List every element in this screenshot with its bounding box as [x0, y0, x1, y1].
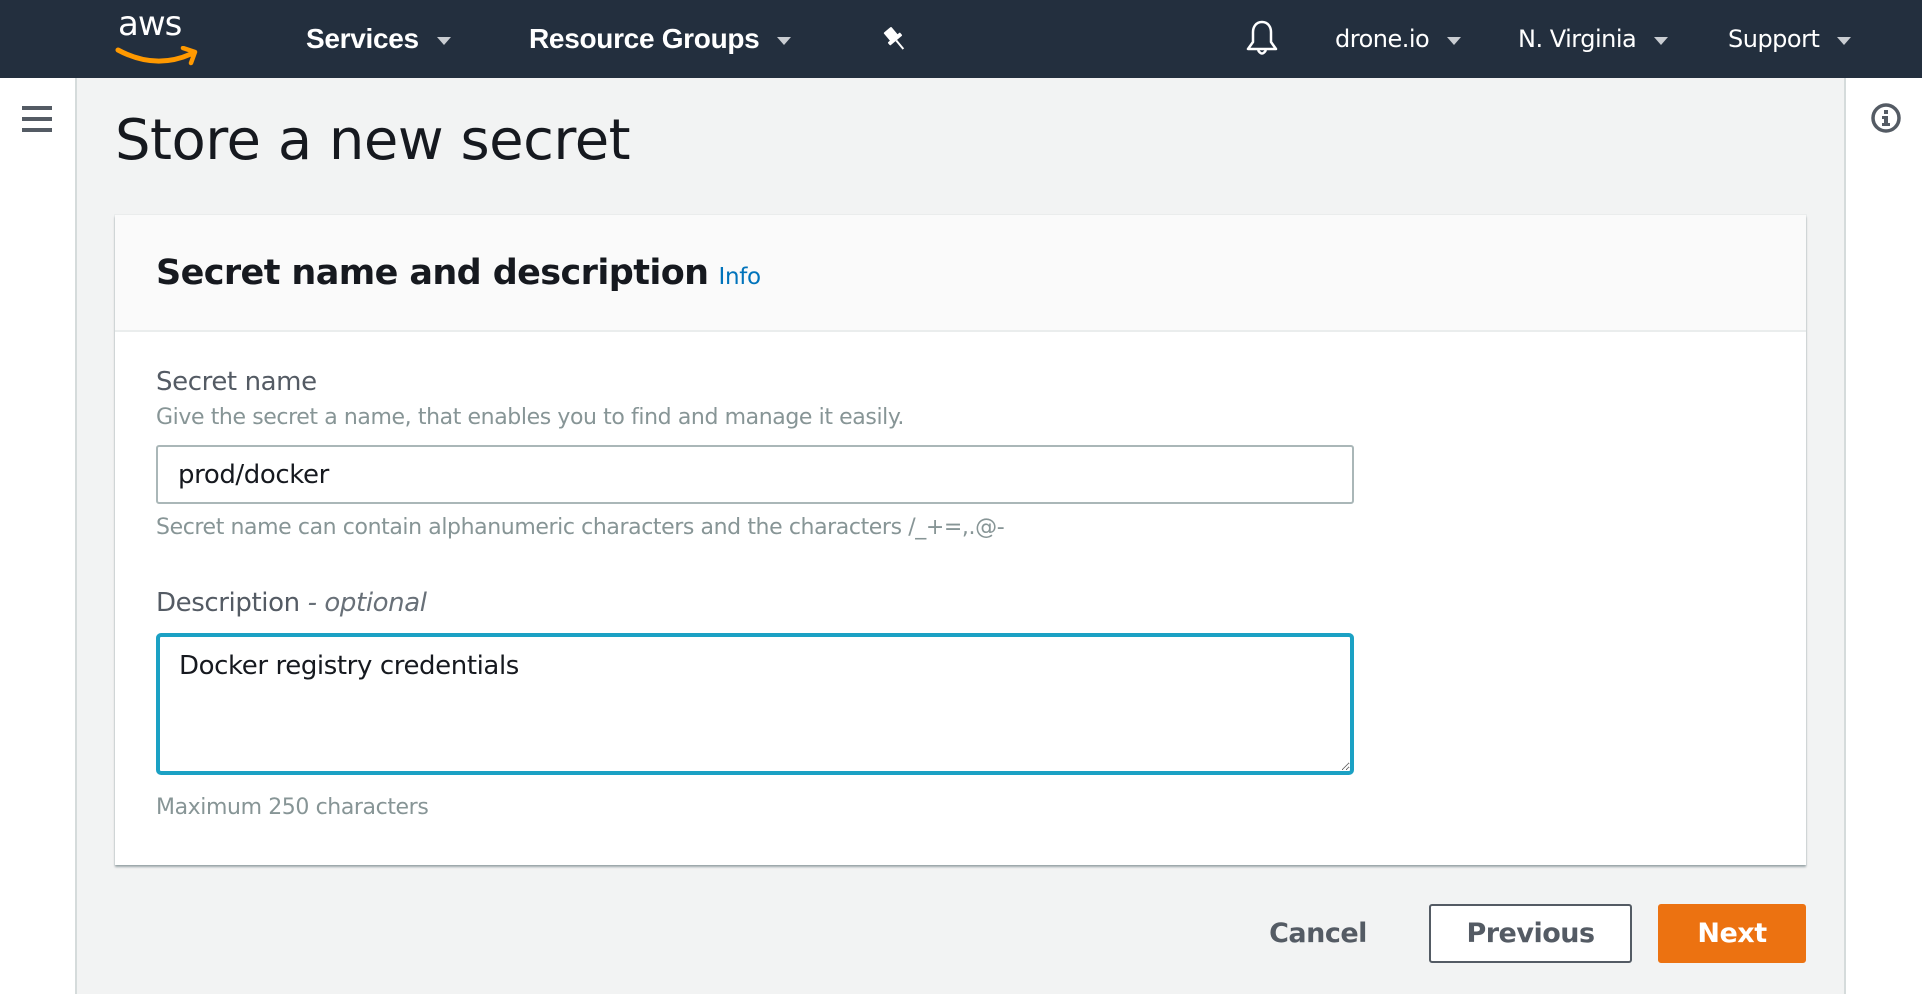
- notifications-button[interactable]: [1244, 0, 1280, 78]
- chevron-down-icon: [1654, 36, 1669, 45]
- top-navigation-bar: aws Services Resource Groups drone.io N.…: [0, 0, 1922, 78]
- description-label: Description - optional: [156, 588, 427, 618]
- bell-icon: [1246, 20, 1278, 55]
- info-circle-icon[interactable]: [1870, 102, 1902, 134]
- cancel-button[interactable]: Cancel: [1248, 904, 1388, 963]
- chevron-down-icon: [1447, 36, 1462, 45]
- menu-toggle-icon[interactable]: [22, 106, 52, 132]
- help-panel: [1844, 78, 1922, 994]
- previous-button[interactable]: Previous: [1429, 904, 1632, 963]
- card-header: Secret name and description Info: [115, 215, 1806, 332]
- region-menu[interactable]: N. Virginia: [1518, 0, 1669, 78]
- card-title: Secret name and description Info: [156, 253, 761, 293]
- secret-name-label: Secret name: [156, 367, 317, 397]
- region-label: N. Virginia: [1518, 25, 1637, 53]
- chevron-down-icon: [436, 36, 451, 45]
- aws-logo[interactable]: aws: [115, 4, 205, 66]
- card-title-text: Secret name and description: [156, 253, 709, 293]
- aws-smile-icon: [115, 46, 198, 66]
- pin-button[interactable]: [880, 0, 910, 78]
- info-link[interactable]: Info: [718, 264, 761, 290]
- services-menu[interactable]: Services: [306, 0, 451, 78]
- resource-groups-label: Resource Groups: [529, 23, 760, 54]
- account-menu[interactable]: drone.io: [1335, 0, 1462, 78]
- services-label: Services: [306, 23, 419, 54]
- chevron-down-icon: [777, 36, 792, 45]
- left-sidebar: [0, 78, 77, 994]
- description-constraint: Maximum 250 characters: [156, 795, 429, 820]
- next-button[interactable]: Next: [1658, 904, 1806, 963]
- secret-name-description-card: Secret name and description Info Secret n…: [115, 215, 1806, 865]
- secret-name-input[interactable]: [156, 445, 1354, 504]
- secret-name-description: Give the secret a name, that enables you…: [156, 405, 904, 430]
- chevron-down-icon: [1837, 36, 1852, 45]
- secret-name-constraint: Secret name can contain alphanumeric cha…: [156, 515, 1005, 540]
- description-textarea[interactable]: Docker registry credentials: [156, 633, 1354, 775]
- optional-suffix: - optional: [307, 588, 427, 618]
- resource-groups-menu[interactable]: Resource Groups: [529, 0, 792, 78]
- pushpin-icon: [883, 27, 905, 50]
- account-label: drone.io: [1335, 25, 1430, 53]
- page-title: Store a new secret: [115, 108, 631, 173]
- description-label-text: Description: [156, 588, 300, 618]
- support-label: Support: [1728, 25, 1820, 53]
- aws-logo-text: aws: [118, 4, 182, 44]
- support-menu[interactable]: Support: [1728, 0, 1852, 78]
